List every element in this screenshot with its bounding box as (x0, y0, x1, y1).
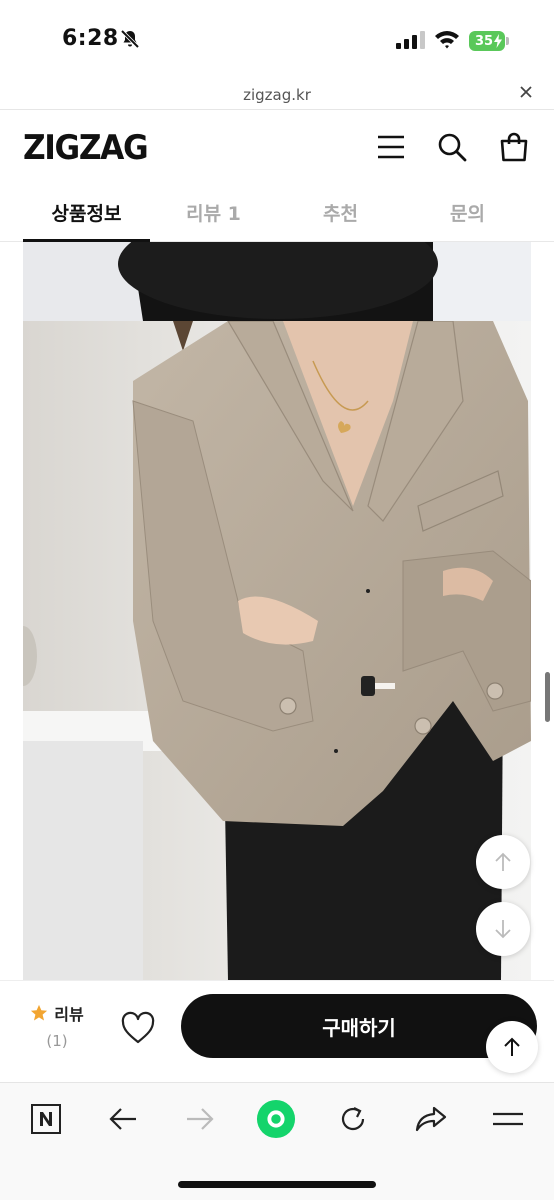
share-icon[interactable] (411, 1099, 451, 1139)
back-to-top-button[interactable] (486, 1021, 538, 1073)
review-summary[interactable]: 리뷰 (1) (22, 1001, 92, 1050)
bell-slash-icon (120, 29, 140, 49)
tab-reviews[interactable]: 리뷰 1 (150, 182, 277, 242)
tab-recommend[interactable]: 추천 (277, 182, 404, 242)
bolt-icon (494, 34, 502, 48)
forward-arrow-icon[interactable] (180, 1099, 220, 1139)
product-photo-top (23, 242, 531, 321)
tab-product-info[interactable]: 상품정보 (23, 182, 150, 242)
review-count: (1) (46, 1032, 68, 1050)
back-arrow-icon[interactable] (103, 1099, 143, 1139)
product-photo-graphic (23, 321, 531, 980)
signal-icon (396, 31, 425, 49)
search-icon[interactable] (437, 132, 467, 162)
menu-lines-icon[interactable] (488, 1099, 528, 1139)
home-indicator (178, 1181, 376, 1188)
battery-level: 35 (474, 33, 494, 49)
buy-button[interactable]: 구매하기 (181, 994, 537, 1058)
status-bar: 6:28 35 (0, 0, 554, 80)
close-icon[interactable] (518, 84, 534, 100)
scrollbar[interactable] (545, 672, 550, 722)
zigzag-logo[interactable]: ZIGZAG (23, 128, 149, 168)
review-label-row: 리뷰 (30, 1001, 84, 1025)
green-dot-icon[interactable] (256, 1099, 296, 1139)
scroll-down-icon (495, 920, 511, 939)
photo-top-graphic (23, 242, 531, 321)
tab-inquiry[interactable]: 문의 (404, 182, 531, 242)
scroll-up-icon (495, 852, 511, 871)
battery-icon: 35 (469, 31, 505, 51)
status-time: 6:28 (62, 26, 119, 51)
product-photo[interactable] (23, 321, 531, 980)
cart-icon[interactable] (499, 132, 529, 162)
browser-toolbar (0, 1082, 554, 1200)
scroll-down-button[interactable] (476, 902, 530, 956)
battery-tip (506, 37, 509, 45)
wifi-icon (435, 31, 459, 49)
purchase-bar: 리뷰 (1) 구매하기 (0, 980, 554, 1080)
star-icon (31, 1004, 48, 1021)
heart-icon[interactable] (120, 1011, 156, 1045)
back-to-top-icon (504, 1037, 520, 1056)
scroll-up-button[interactable] (476, 835, 530, 889)
menu-icon[interactable] (376, 132, 406, 162)
review-label: 리뷰 (54, 1005, 84, 1024)
url-text[interactable]: zigzag.kr (0, 86, 554, 104)
url-bar[interactable]: zigzag.kr (0, 80, 554, 110)
refresh-icon[interactable] (333, 1099, 373, 1139)
naver-n-icon[interactable] (26, 1099, 66, 1139)
app-header: ZIGZAG (0, 112, 554, 182)
product-tabs: 상품정보 리뷰 1 추천 문의 (0, 182, 554, 242)
